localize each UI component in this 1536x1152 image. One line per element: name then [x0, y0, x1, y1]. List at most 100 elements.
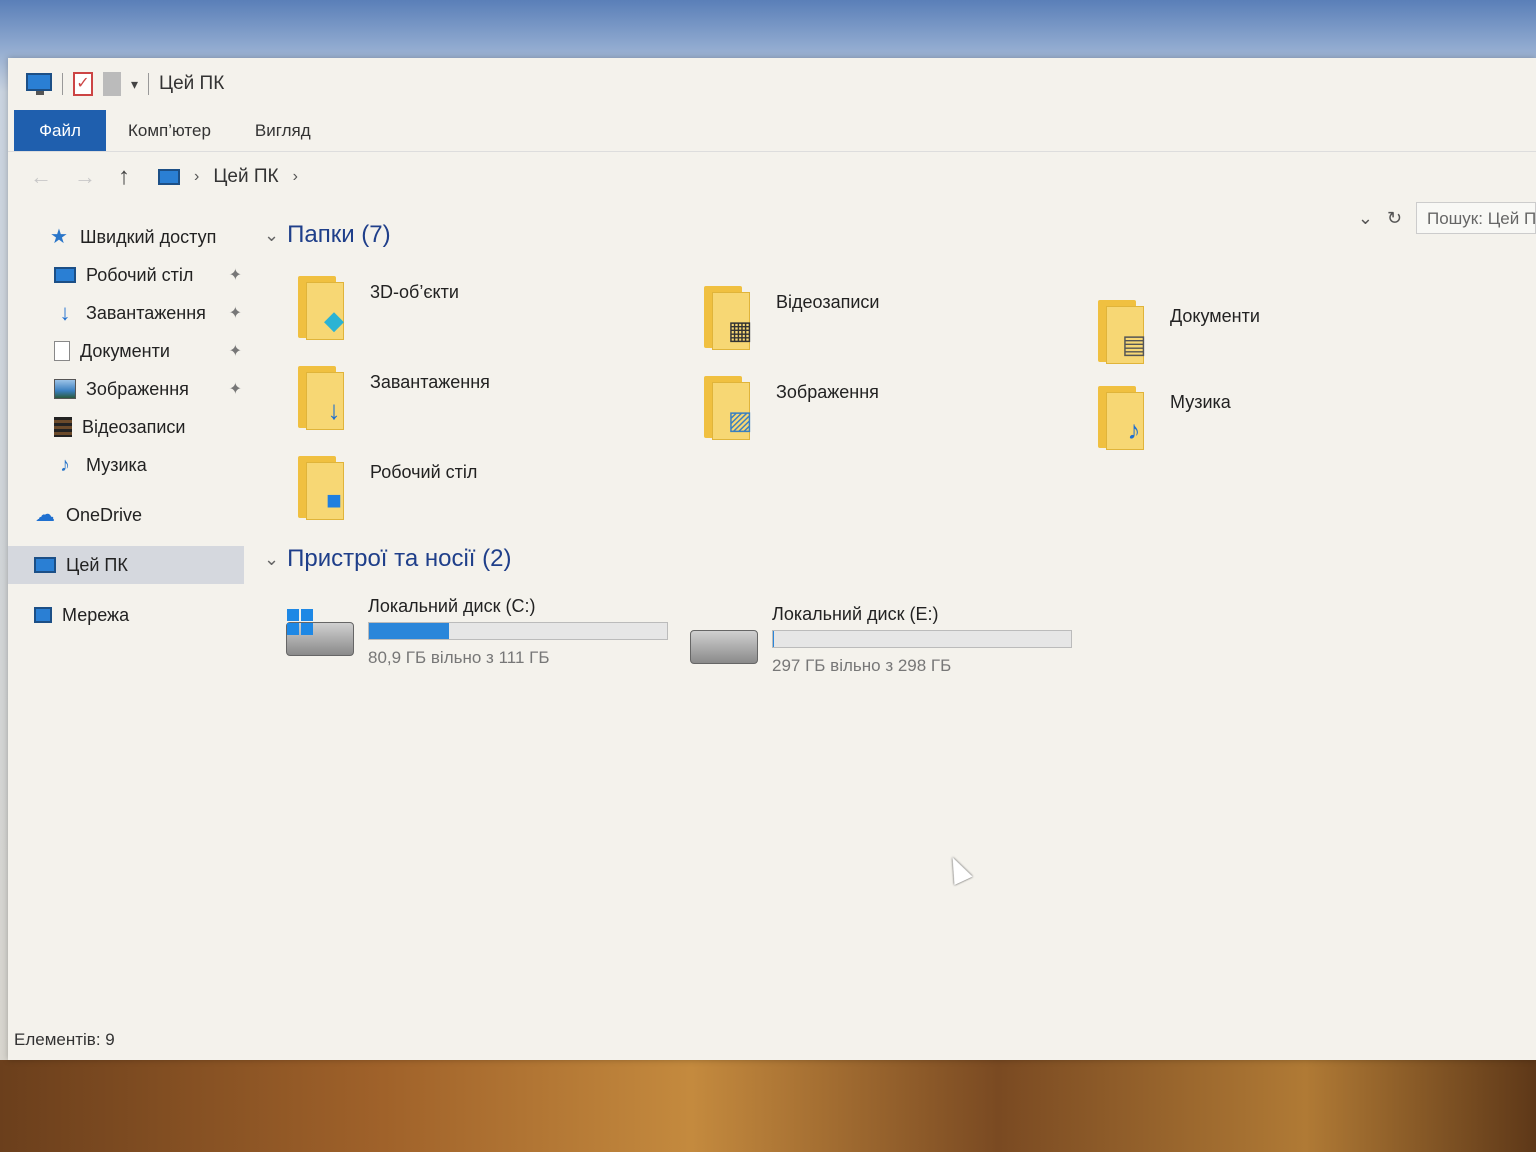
- breadcrumb-this-pc[interactable]: Цей ПК: [213, 166, 278, 188]
- tab-view[interactable]: Вигляд: [233, 110, 333, 151]
- sidebar-item-onedrive[interactable]: ☁ OneDrive: [8, 496, 244, 534]
- drive-c[interactable]: Локальний диск (C:) 80,9 ГБ вільно з 111…: [286, 596, 668, 686]
- breadcrumb-separator[interactable]: ›: [194, 168, 199, 186]
- tab-file[interactable]: Файл: [14, 110, 106, 151]
- sidebar-item-label: Мережа: [62, 604, 130, 625]
- documents-folder-icon: ▤: [1094, 296, 1156, 366]
- desktop-icon: [54, 267, 76, 283]
- sidebar-item-pictures[interactable]: Зображення ✦: [8, 370, 244, 408]
- tab-computer[interactable]: Комп’ютер: [106, 110, 233, 151]
- folder-music[interactable]: ♪ Музика: [1094, 382, 1474, 462]
- drive-label: Локальний диск (E:): [772, 604, 939, 624]
- ribbon-tabs: Файл Комп’ютер Вигляд: [8, 110, 1536, 152]
- title-separator-2: [148, 73, 150, 95]
- star-icon: ★: [50, 226, 68, 248]
- folder-3d-objects[interactable]: ◆ 3D-об’єкти: [294, 272, 674, 352]
- folder-label: Музика: [1170, 392, 1231, 412]
- pin-icon: ✦: [228, 343, 242, 360]
- collapse-chevron-icon[interactable]: ⌄: [264, 225, 279, 246]
- quick-access-toolbar-dropdown[interactable]: ▾: [131, 76, 138, 93]
- folder-videos[interactable]: ▦ Відеозаписи: [700, 282, 1080, 362]
- sidebar-item-desktop[interactable]: Робочий стіл ✦: [8, 256, 244, 294]
- drive-e[interactable]: Локальний диск (E:) 297 ГБ вільно з 298 …: [690, 604, 1072, 694]
- up-button[interactable]: ↑: [118, 163, 130, 191]
- drive-icon: [690, 630, 758, 664]
- folders-section-header[interactable]: ⌄ Папки (7): [264, 218, 1464, 252]
- folder-label: 3D-об’єкти: [370, 282, 459, 302]
- music-folder-icon: ♪: [1094, 382, 1156, 452]
- pin-icon: ✦: [228, 305, 242, 322]
- forward-button[interactable]: →: [74, 164, 96, 190]
- drive-usage-bar: [772, 630, 1072, 648]
- sidebar-item-label: Завантаження: [86, 302, 206, 323]
- pin-icon: ✦: [228, 267, 242, 284]
- address-bar[interactable]: › Цей ПК ›: [152, 160, 1332, 194]
- folder-pictures[interactable]: ▨ Зображення: [700, 372, 1080, 452]
- sidebar-item-label: Відеозаписи: [82, 416, 186, 437]
- sidebar-item-music[interactable]: ♪ Музика: [8, 446, 244, 484]
- sidebar-item-quick-access[interactable]: ★ Швидкий доступ: [8, 218, 244, 256]
- breadcrumb-separator[interactable]: ›: [293, 168, 298, 186]
- sidebar-item-label: Зображення: [86, 378, 189, 399]
- folder-label: Робочий стіл: [370, 462, 478, 482]
- sidebar-item-label: OneDrive: [66, 504, 143, 525]
- back-button[interactable]: ←: [30, 164, 52, 190]
- drive-usage-fill: [369, 623, 450, 639]
- folder-downloads[interactable]: ↓ Завантаження: [294, 362, 674, 442]
- sidebar-item-label: Робочий стіл: [86, 264, 194, 285]
- download-icon: ↓: [59, 300, 71, 325]
- folder-label: Зображення: [776, 382, 879, 402]
- sidebar-item-downloads[interactable]: ↓ Завантаження ✦: [8, 294, 244, 332]
- sidebar-item-videos[interactable]: Відеозаписи: [8, 408, 244, 446]
- sidebar-item-this-pc[interactable]: Цей ПК: [8, 546, 244, 584]
- navigation-bar: ← → ↑ › Цей ПК ›: [8, 152, 1536, 202]
- title-separator: [62, 73, 63, 95]
- status-bar-item-count: Елементів: 9: [14, 1030, 115, 1049]
- navigation-pane: ★ Швидкий доступ Робочий стіл ✦ ↓ Завант…: [8, 218, 244, 634]
- documents-icon: [54, 341, 70, 361]
- downloads-folder-icon: ↓: [294, 362, 356, 432]
- system-drive-icon: [286, 609, 354, 656]
- section-title: Пристрої та носії (2): [287, 545, 512, 572]
- this-pc-icon: [26, 73, 52, 95]
- drives-section-header[interactable]: ⌄ Пристрої та носії (2): [264, 542, 1464, 576]
- this-pc-icon: [34, 557, 56, 573]
- sidebar-item-label: Музика: [86, 454, 147, 475]
- pictures-folder-icon: ▨: [700, 372, 762, 442]
- title-bar: ✓ ▾ Цей ПК: [8, 58, 1536, 110]
- sidebar-item-label: Швидкий доступ: [80, 226, 217, 247]
- pin-icon: ✦: [228, 381, 242, 398]
- folders-grid: ◆ 3D-об’єкти ▦ Відеозаписи ▤ Документи ↓…: [264, 252, 1464, 542]
- cloud-icon: ☁: [35, 504, 55, 526]
- network-icon: [34, 607, 52, 623]
- content-pane: ⌄ Папки (7) ◆ 3D-об’єкти ▦ Відеозаписи ▤…: [264, 218, 1464, 706]
- folder-label: Завантаження: [370, 372, 490, 392]
- desktop-wallpaper: [0, 1060, 1536, 1152]
- drive-label: Локальний диск (C:): [368, 596, 536, 616]
- collapse-chevron-icon[interactable]: ⌄: [264, 549, 279, 570]
- folder-desktop[interactable]: ■ Робочий стіл: [294, 452, 674, 532]
- music-icon: ♪: [60, 454, 70, 476]
- folder-label: Відеозаписи: [776, 292, 880, 312]
- new-folder-icon[interactable]: [103, 72, 121, 96]
- folder-documents[interactable]: ▤ Документи: [1094, 296, 1474, 376]
- videos-icon: [54, 417, 72, 437]
- sidebar-item-label: Документи: [80, 340, 170, 361]
- drive-free-space: 80,9 ГБ вільно з 111 ГБ: [368, 648, 550, 667]
- folder-label: Документи: [1170, 306, 1260, 326]
- 3d-objects-icon: ◆: [294, 272, 356, 342]
- sidebar-item-network[interactable]: Мережа: [8, 596, 244, 634]
- sidebar-item-documents[interactable]: Документи ✦: [8, 332, 244, 370]
- section-title: Папки (7): [287, 221, 391, 248]
- videos-folder-icon: ▦: [700, 282, 762, 352]
- sidebar-item-label: Цей ПК: [66, 554, 128, 575]
- windows-logo-icon: [287, 609, 313, 635]
- file-explorer-window: ✓ ▾ Цей ПК Файл Комп’ютер Вигляд ← → ↑ ›…: [8, 58, 1536, 1060]
- drive-free-space: 297 ГБ вільно з 298 ГБ: [772, 656, 952, 675]
- properties-icon[interactable]: ✓: [73, 72, 93, 96]
- drive-usage-bar: [368, 622, 668, 640]
- drive-usage-fill: [773, 631, 774, 647]
- desktop-folder-icon: ■: [294, 452, 356, 522]
- this-pc-icon: [158, 169, 180, 185]
- pictures-icon: [54, 379, 76, 399]
